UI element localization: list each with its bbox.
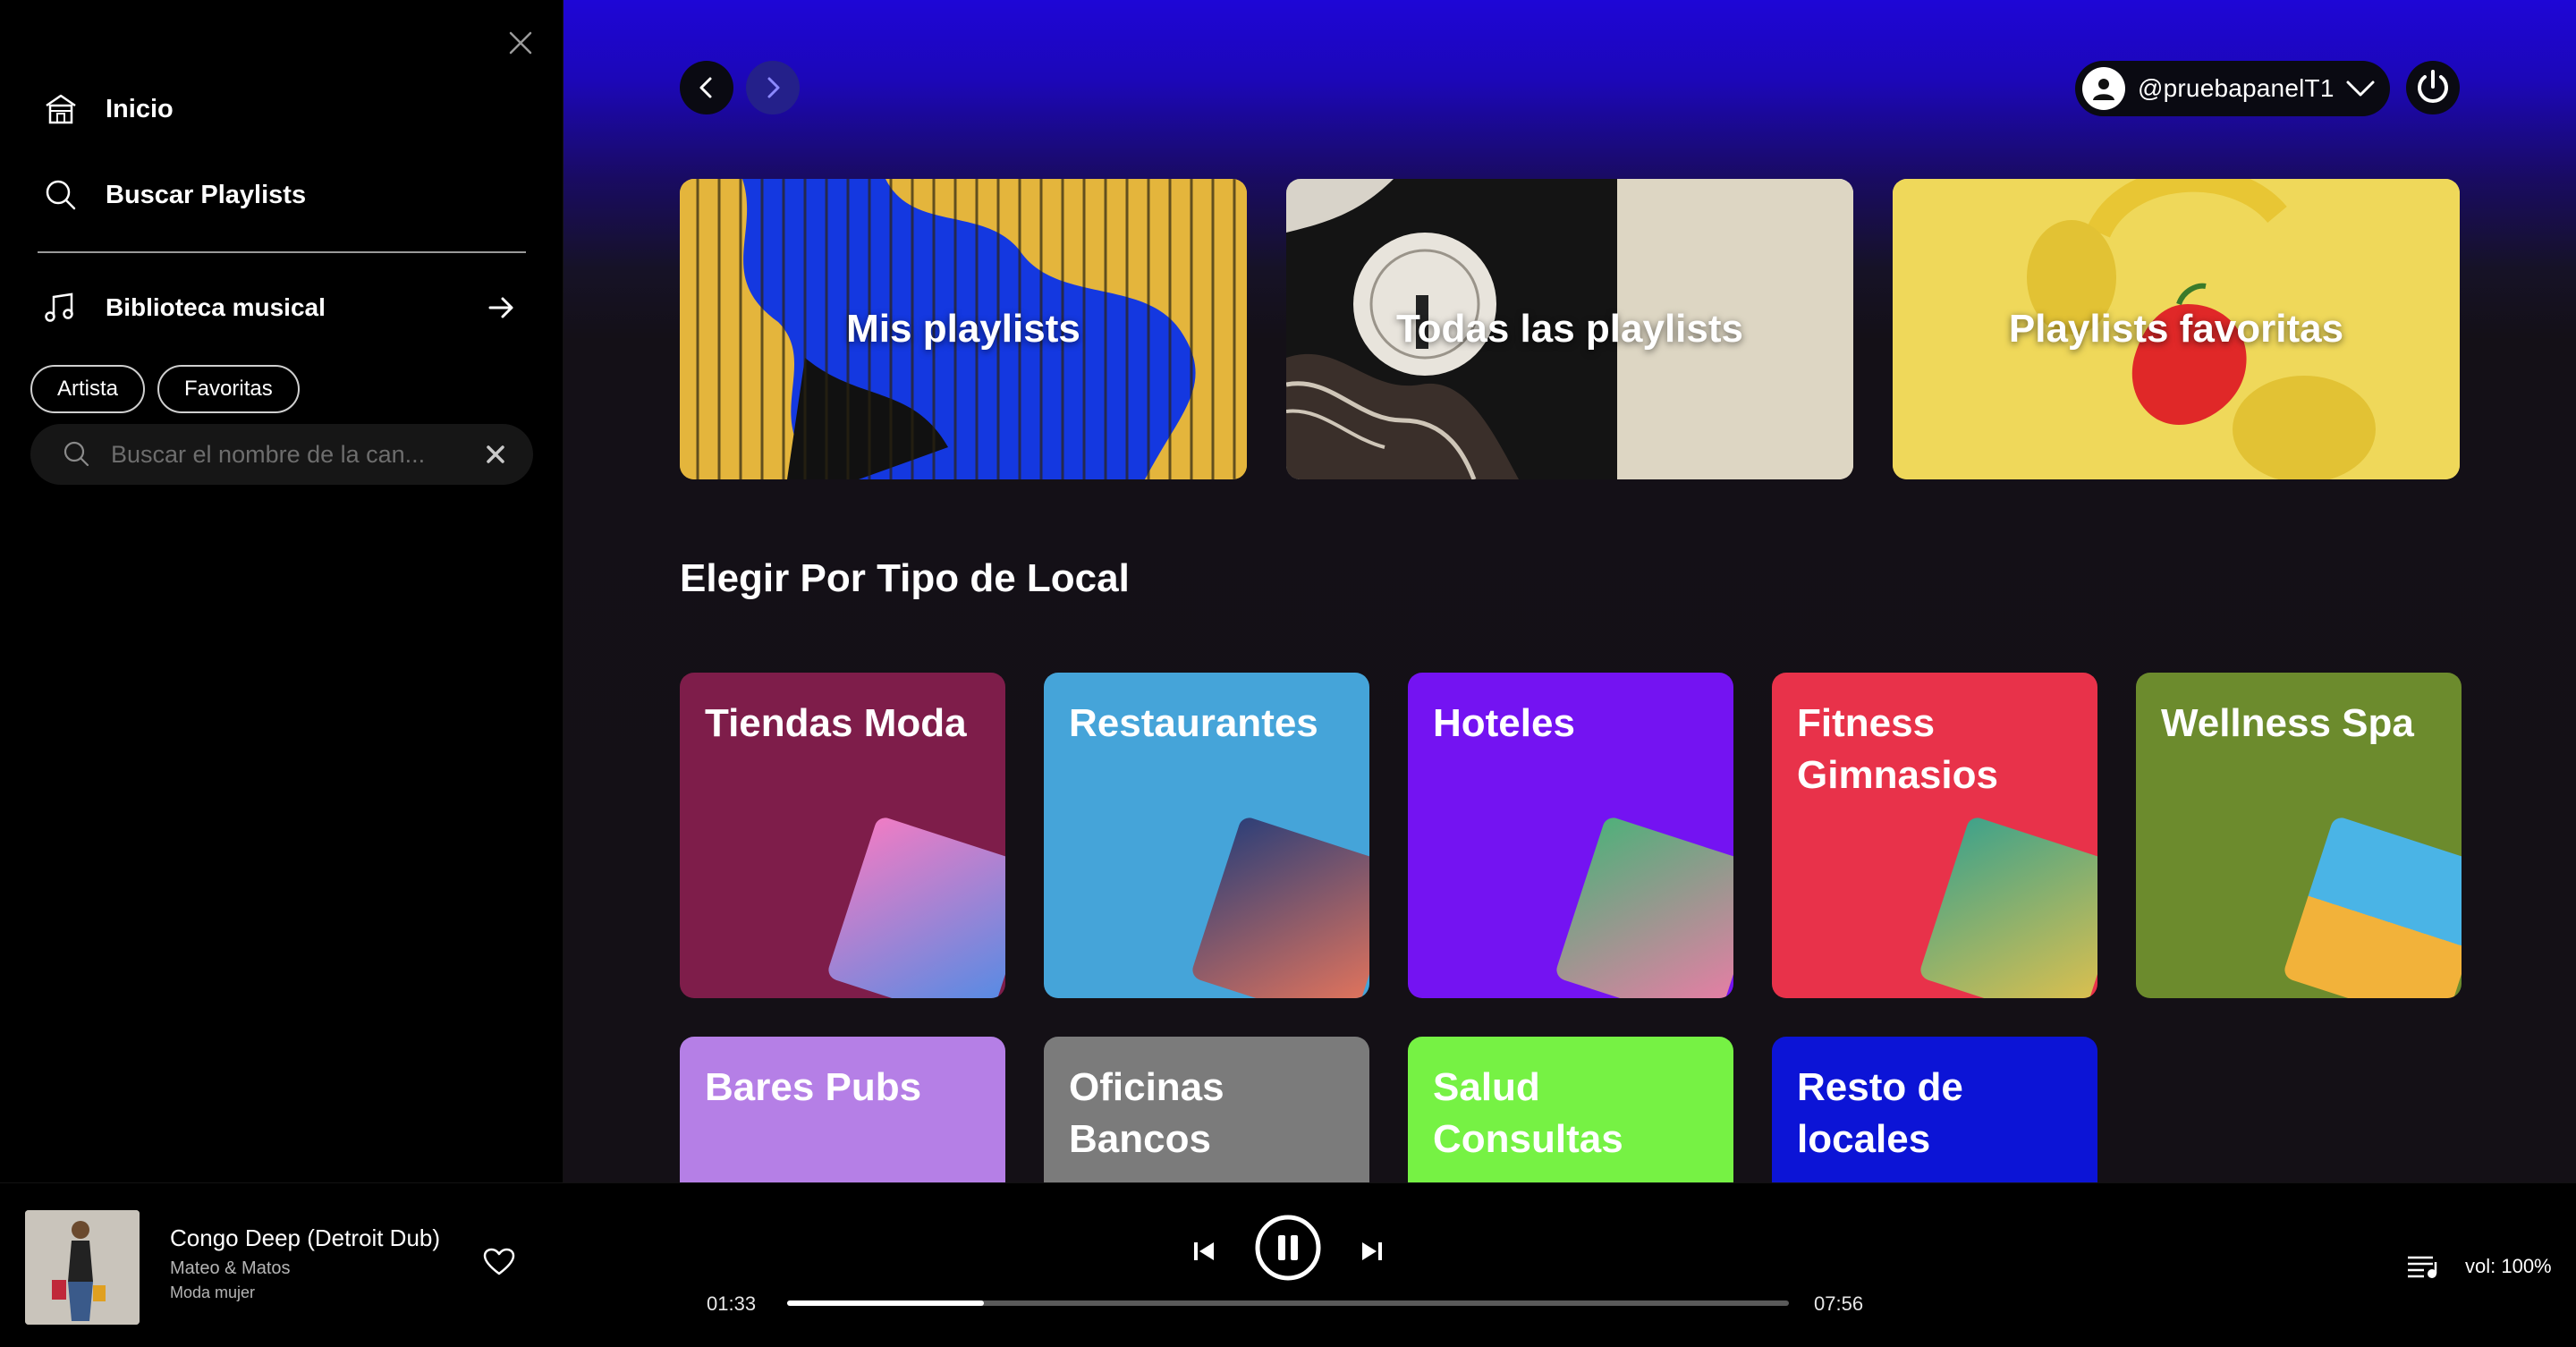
chevron-right-icon <box>767 77 780 98</box>
nav-inicio[interactable]: Inicio <box>43 91 174 127</box>
skip-previous-icon <box>1194 1242 1214 1260</box>
category-fitness-gimnasios[interactable]: Fitness Gimnasios <box>1772 673 2097 998</box>
track-artist: Mateo & Matos <box>170 1258 291 1278</box>
track-playlist: Moda mujer <box>170 1283 256 1301</box>
hero-card-label: Mis playlists <box>846 307 1080 351</box>
wellness-spa-artwork <box>2282 815 2462 998</box>
category-label: Restaurantes <box>1069 701 1318 745</box>
heart-icon <box>483 1248 515 1275</box>
category-hoteles[interactable]: Hoteles <box>1408 673 1733 998</box>
category-wellness-spa[interactable]: Wellness Spa <box>2136 673 2462 998</box>
category-label: Salud Consultas <box>1433 1065 1623 1161</box>
player-bar: Congo Deep (Detroit Dub) Mateo & Matos M… <box>0 1182 2576 1347</box>
chevron-left-icon <box>699 77 712 98</box>
total-time: 07:56 <box>1814 1292 1864 1315</box>
nav-inicio-label: Inicio <box>106 94 174 123</box>
pause-button[interactable] <box>1254 1214 1322 1282</box>
nav-buscar-label: Buscar Playlists <box>106 180 307 209</box>
music-note-icon <box>45 292 73 322</box>
queue-icon <box>2408 1256 2437 1278</box>
album-cover <box>25 1210 140 1325</box>
progress-bar[interactable] <box>787 1300 1789 1306</box>
arrow-right-icon[interactable] <box>487 292 517 323</box>
user-icon <box>2093 79 2114 100</box>
library-header[interactable]: Biblioteca musical <box>43 286 517 329</box>
category-bares-pubs[interactable]: Bares Pubs <box>680 1037 1005 1182</box>
category-label: Oficinas Bancos <box>1069 1065 1224 1161</box>
song-search-input[interactable] <box>111 440 485 469</box>
queue-button[interactable] <box>2406 1253 2440 1284</box>
category-label: Bares Pubs <box>705 1065 922 1109</box>
username: @pruebapanelT1 <box>2138 74 2334 102</box>
filter-chip-artista[interactable]: Artista <box>30 365 146 413</box>
previous-button[interactable] <box>1186 1233 1222 1269</box>
clear-search-icon[interactable] <box>485 444 506 465</box>
category-salud-consultas[interactable]: Salud Consultas <box>1408 1037 1733 1182</box>
category-oficinas-bancos[interactable]: Oficinas Bancos <box>1044 1037 1369 1182</box>
power-icon <box>2418 70 2448 103</box>
close-sidebar-button[interactable] <box>503 25 538 61</box>
nav-buscar-playlists[interactable]: Buscar Playlists <box>43 177 306 213</box>
filter-chips: Artista Favoritas <box>30 365 300 413</box>
tiendas-moda-artwork <box>826 815 1005 998</box>
search-icon <box>64 441 89 467</box>
volume-label: vol: 100% <box>2465 1255 2552 1277</box>
song-search-box <box>30 424 533 485</box>
track-title: Congo Deep (Detroit Dub) <box>170 1224 441 1251</box>
chevron-down-icon <box>2346 80 2375 97</box>
section-title: Elegir Por Tipo de Local <box>680 556 1130 600</box>
restaurantes-artwork <box>1190 815 1369 998</box>
back-button[interactable] <box>680 61 733 114</box>
avatar <box>2082 67 2125 110</box>
fitness-gimnasios-artwork <box>1918 815 2097 998</box>
current-time: 01:33 <box>707 1292 757 1315</box>
library-label: Biblioteca musical <box>106 293 326 321</box>
forward-button[interactable] <box>746 61 800 114</box>
filter-chip-favoritas[interactable]: Favoritas <box>157 365 300 413</box>
progress-fill <box>787 1300 984 1306</box>
home-icon <box>46 94 76 124</box>
like-button[interactable] <box>483 1248 515 1281</box>
category-label: Fitness Gimnasios <box>1797 701 1998 797</box>
user-menu-button[interactable]: @pruebapanelT1 <box>2075 61 2390 116</box>
hero-card-todas-playlists[interactable]: Todas las playlists <box>1286 179 1853 479</box>
album-cover-artwork <box>25 1210 140 1325</box>
next-button[interactable] <box>1354 1233 1390 1269</box>
sidebar-divider <box>38 251 526 253</box>
category-tiendas-moda[interactable]: Tiendas Moda <box>680 673 1005 998</box>
hero-card-playlists-favoritas[interactable]: Playlists favoritas <box>1893 179 2460 479</box>
category-resto-locales[interactable]: Resto de locales <box>1772 1037 2097 1182</box>
app-window: Inicio Buscar Playlists Biblioteca music… <box>0 0 2576 1347</box>
category-restaurantes[interactable]: Restaurantes <box>1044 673 1369 998</box>
pause-icon <box>1255 1215 1321 1281</box>
close-icon <box>509 31 532 55</box>
logout-button[interactable] <box>2406 61 2460 114</box>
hoteles-artwork <box>1554 815 1733 998</box>
sidebar: Inicio Buscar Playlists Biblioteca music… <box>0 0 564 1182</box>
hero-card-mis-playlists[interactable]: Mis playlists <box>680 179 1247 479</box>
category-label: Wellness Spa <box>2161 701 2414 745</box>
main-content: @pruebapanelT1 Mis playlists Todas las p… <box>564 0 2576 1182</box>
category-label: Resto de locales <box>1797 1065 1963 1161</box>
hero-card-label: Playlists favoritas <box>2008 307 2344 351</box>
skip-next-icon <box>1362 1242 1382 1260</box>
search-icon <box>46 180 76 210</box>
hero-card-label: Todas las playlists <box>1395 307 1743 351</box>
category-label: Hoteles <box>1433 701 1575 745</box>
category-label: Tiendas Moda <box>705 701 967 745</box>
